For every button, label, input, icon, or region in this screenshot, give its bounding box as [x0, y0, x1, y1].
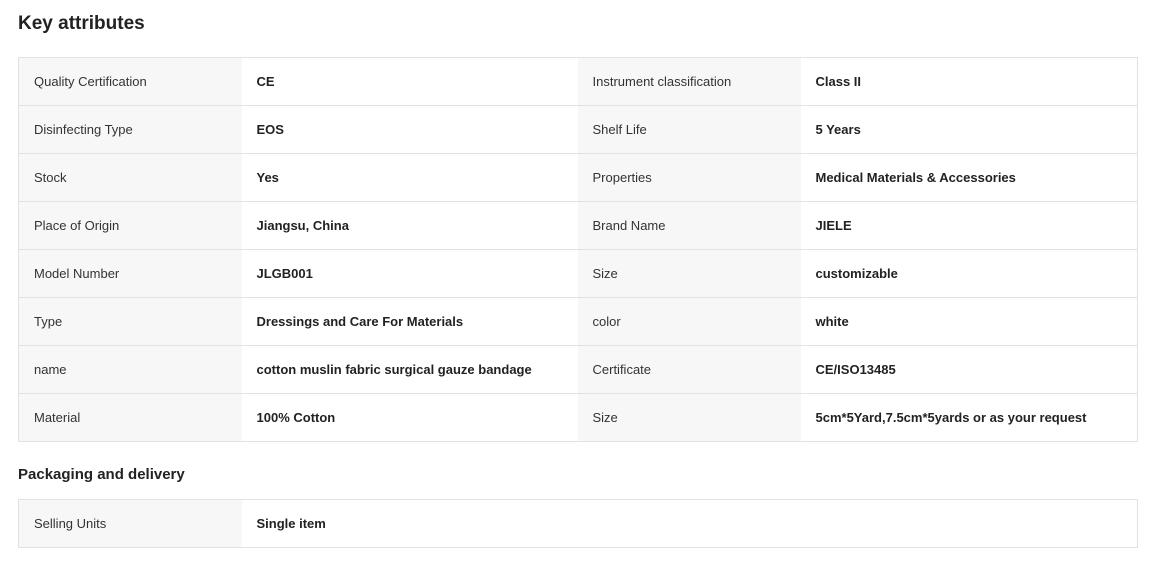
- attribute-label: Brand Name: [577, 201, 801, 250]
- attribute-value: Yes: [241, 153, 578, 202]
- attribute-row: Quality Certification CE Instrument clas…: [18, 57, 1138, 106]
- attribute-label: Instrument classification: [577, 57, 801, 106]
- attribute-row: Place of Origin Jiangsu, China Brand Nam…: [18, 201, 1138, 250]
- attribute-label: Size: [577, 393, 801, 442]
- attribute-value: CE/ISO13485: [800, 345, 1138, 394]
- attribute-label: Type: [18, 297, 242, 346]
- attribute-value: 100% Cotton: [241, 393, 578, 442]
- attribute-label: Certificate: [577, 345, 801, 394]
- attribute-value: Single item: [241, 499, 1139, 548]
- attribute-value: EOS: [241, 105, 578, 154]
- attribute-value: Dressings and Care For Materials: [241, 297, 578, 346]
- attribute-value: cotton muslin fabric surgical gauze band…: [241, 345, 578, 394]
- attribute-value: Jiangsu, China: [241, 201, 578, 250]
- attribute-value: Class II: [800, 57, 1138, 106]
- attribute-label: Place of Origin: [18, 201, 242, 250]
- attribute-label: Disinfecting Type: [18, 105, 242, 154]
- attribute-label: Shelf Life: [577, 105, 801, 154]
- attribute-value: CE: [241, 57, 578, 106]
- attribute-row: Stock Yes Properties Medical Materials &…: [18, 153, 1138, 202]
- attribute-label: color: [577, 297, 801, 346]
- attribute-value: 5 Years: [800, 105, 1138, 154]
- attribute-row: Type Dressings and Care For Materials co…: [18, 297, 1138, 346]
- attribute-label: Size: [577, 249, 801, 298]
- packaging-delivery-table: Selling Units Single item: [18, 499, 1139, 548]
- attribute-value: 5cm*5Yard,7.5cm*5yards or as your reques…: [800, 393, 1138, 442]
- attribute-label: name: [18, 345, 242, 394]
- attribute-row: name cotton muslin fabric surgical gauze…: [18, 345, 1138, 394]
- packaging-delivery-title: Packaging and delivery: [18, 466, 185, 483]
- attribute-label: Selling Units: [18, 499, 242, 548]
- attribute-value: Medical Materials & Accessories: [800, 153, 1138, 202]
- attribute-row: Selling Units Single item: [18, 499, 1139, 548]
- attribute-label: Material: [18, 393, 242, 442]
- attribute-label: Stock: [18, 153, 242, 202]
- attribute-label: Properties: [577, 153, 801, 202]
- attribute-value: JLGB001: [241, 249, 578, 298]
- key-attributes-table: Quality Certification CE Instrument clas…: [18, 57, 1138, 442]
- attribute-label: Model Number: [18, 249, 242, 298]
- attribute-row: Disinfecting Type EOS Shelf Life 5 Years: [18, 105, 1138, 154]
- attribute-row: Material 100% Cotton Size 5cm*5Yard,7.5c…: [18, 393, 1138, 442]
- attribute-value: JIELE: [800, 201, 1138, 250]
- attribute-value: white: [800, 297, 1138, 346]
- key-attributes-title: Key attributes: [18, 13, 145, 34]
- attribute-value: customizable: [800, 249, 1138, 298]
- attribute-label: Quality Certification: [18, 57, 242, 106]
- attribute-row: Model Number JLGB001 Size customizable: [18, 249, 1138, 298]
